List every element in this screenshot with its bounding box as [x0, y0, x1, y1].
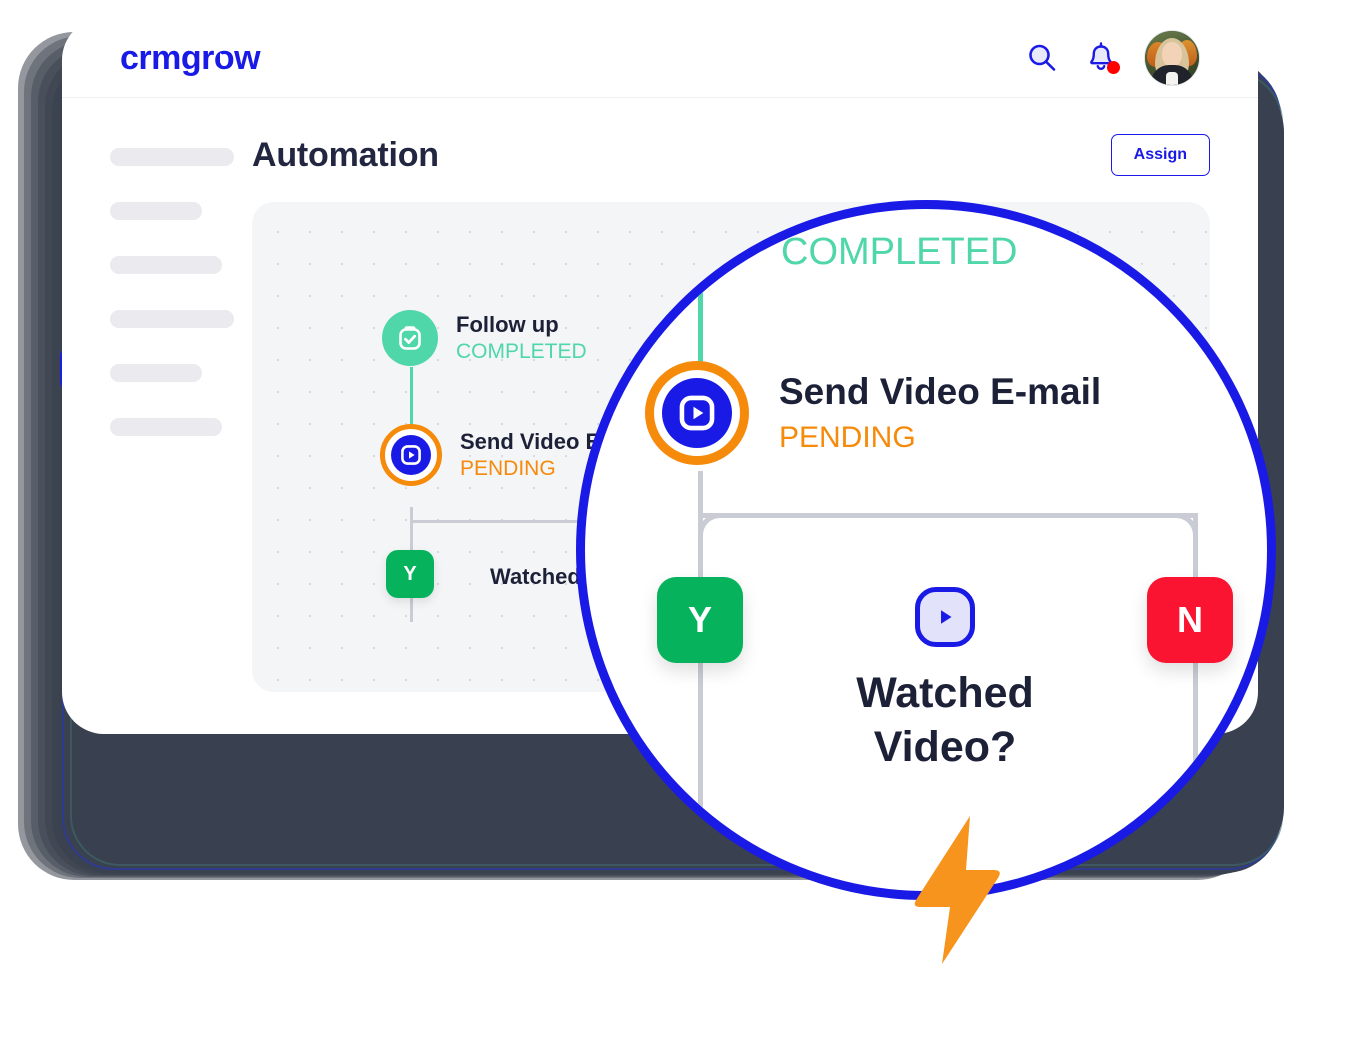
follow-up-node-text: Follow up COMPLETED — [456, 312, 587, 364]
video-play-icon — [401, 445, 421, 465]
magnified-status-ring — [645, 361, 749, 465]
brand-logo[interactable]: crmgr o w — [120, 38, 261, 77]
page-title: Automation — [252, 135, 439, 174]
screenshot-stage: crmgr o w Automation Assign Follow up CO… — [0, 0, 1372, 1046]
magnified-decision-line-1: Watched — [856, 669, 1034, 717]
flow-node-follow-up[interactable]: Follow up COMPLETED — [382, 310, 587, 366]
sidebar — [62, 98, 242, 734]
content-header: Automation Assign — [252, 134, 1210, 176]
play-icon — [941, 610, 952, 624]
video-disc — [391, 435, 431, 475]
magnified-flow-node[interactable]: Send Video E-mail PENDING — [645, 361, 1101, 465]
magnified-connector-elbow-left — [698, 513, 768, 579]
status-circle-completed — [382, 310, 438, 366]
magnified-chip-yes[interactable]: Y — [657, 577, 743, 663]
magnified-video-disc — [662, 378, 732, 448]
sidebar-skeleton-item — [110, 256, 222, 274]
sidebar-skeleton-item — [110, 310, 234, 328]
flow-node-status: COMPLETED — [456, 340, 587, 364]
magnified-completed-status: COMPLETED — [781, 231, 1018, 273]
decision-chip-yes[interactable]: Y — [386, 550, 434, 598]
top-navigation-bar: crmgr o w — [62, 18, 1258, 98]
avatar-shirt — [1166, 71, 1178, 85]
magnifier-content: COMPLETED Send Video E-mail PENDING Y N … — [585, 209, 1267, 891]
magnified-connector-green — [698, 269, 703, 364]
notification-dot — [1107, 60, 1120, 74]
send-video-node-icon — [380, 424, 442, 486]
clipboard-check-icon — [399, 326, 421, 350]
follow-up-node-icon — [382, 310, 438, 366]
sidebar-skeleton-item — [110, 202, 202, 220]
status-ring-pending — [380, 424, 442, 486]
magnified-node-text: Send Video E-mail PENDING — [779, 371, 1101, 455]
brand-logo-text-pre: crmgr — [120, 38, 214, 77]
video-play-icon — [679, 395, 715, 431]
magnified-chip-no[interactable]: N — [1147, 577, 1233, 663]
search-button[interactable] — [1026, 42, 1058, 74]
sidebar-skeleton-item — [110, 418, 222, 436]
magnified-connector-elbow — [1128, 513, 1198, 579]
magnified-play-badge[interactable] — [915, 587, 975, 647]
notifications-button[interactable] — [1086, 41, 1120, 74]
brand-logo-o: o — [213, 38, 235, 77]
magnified-node-status: PENDING — [779, 421, 916, 454]
search-icon — [1029, 44, 1056, 71]
magnified-decision-label: Watched Video? — [735, 667, 1155, 775]
play-triangle-icon — [220, 53, 229, 64]
lightning-bolt-icon — [914, 816, 1000, 964]
magnified-node-title: Send Video E-mail — [779, 371, 1102, 412]
avatar[interactable] — [1144, 29, 1200, 86]
top-bar-actions — [1026, 29, 1200, 86]
sidebar-skeleton-item — [110, 364, 202, 382]
flow-node-title: Follow up — [456, 311, 559, 337]
sidebar-skeleton-item — [110, 148, 234, 166]
brand-logo-text-post: w — [234, 38, 261, 77]
magnifier-lens: COMPLETED Send Video E-mail PENDING Y N … — [576, 200, 1276, 900]
assign-button[interactable]: Assign — [1110, 134, 1210, 176]
magnified-decision-line-2: Video? — [873, 722, 1017, 771]
magnified-connector-branch — [698, 513, 1198, 518]
